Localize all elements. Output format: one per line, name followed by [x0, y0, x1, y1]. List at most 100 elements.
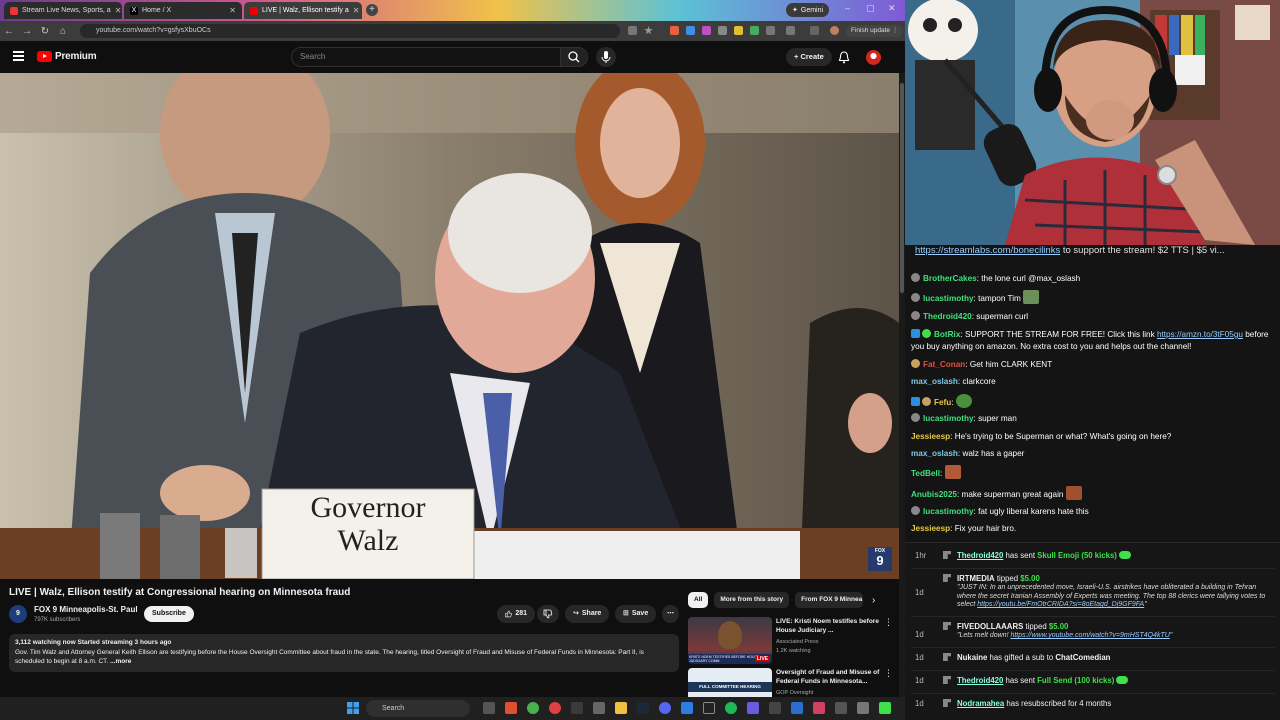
- event-user[interactable]: FIVEDOLLAAARS: [957, 622, 1023, 631]
- search-button[interactable]: [560, 47, 588, 67]
- chat-username[interactable]: TedBell: [911, 469, 940, 478]
- more-dots-icon[interactable]: ⋮: [884, 617, 893, 628]
- app-icon[interactable]: [857, 702, 869, 714]
- finish-update-button[interactable]: Finish update ⋮: [846, 25, 904, 37]
- windows-start-icon[interactable]: [347, 702, 359, 714]
- search-input[interactable]: Search: [291, 47, 561, 67]
- chat-username[interactable]: Jessieesp: [911, 432, 950, 441]
- task-view-icon[interactable]: [483, 702, 495, 714]
- close-tab-icon[interactable]: ✕: [229, 6, 236, 15]
- chip-all[interactable]: All: [688, 592, 709, 608]
- obs-icon[interactable]: [703, 702, 715, 714]
- menu-icon[interactable]: [13, 51, 24, 63]
- back-icon[interactable]: ←: [0, 26, 18, 37]
- event-user[interactable]: Nodramahea: [957, 699, 1004, 708]
- app-icon[interactable]: [747, 702, 759, 714]
- chat-username[interactable]: Anubis2025: [911, 490, 957, 499]
- save-button[interactable]: ⊞ Save: [615, 605, 657, 623]
- chat-username[interactable]: BotRix: [934, 330, 960, 339]
- app-icon[interactable]: [593, 702, 605, 714]
- subscribe-button[interactable]: Subscribe: [144, 606, 194, 622]
- event-user[interactable]: IRTMEDIA: [957, 574, 995, 583]
- tab-home-x[interactable]: X Home / X ✕: [124, 2, 242, 19]
- description-box[interactable]: 3,112 watching now Started streaming 3 h…: [9, 634, 679, 672]
- chevron-right-icon[interactable]: ›: [872, 595, 875, 606]
- download-icon[interactable]: [810, 26, 819, 35]
- reload-icon[interactable]: ↻: [36, 26, 54, 37]
- chip-from-fox9[interactable]: From FOX 9 Minnea: [795, 592, 864, 608]
- chat-username[interactable]: lucastimothy: [923, 294, 974, 303]
- chat-username[interactable]: lucastimothy: [923, 507, 974, 516]
- app-icon[interactable]: [549, 702, 561, 714]
- tab-youtube-live[interactable]: LIVE | Walz, Ellison testify a ✕: [244, 2, 362, 19]
- extensions-puzzle-icon[interactable]: [766, 26, 775, 35]
- more-dots-icon[interactable]: ⋮: [884, 668, 893, 679]
- extension-icon[interactable]: [734, 26, 743, 35]
- dislike-button[interactable]: [537, 605, 559, 623]
- more-actions-button[interactable]: ⋯: [662, 605, 679, 623]
- account-avatar[interactable]: [866, 50, 881, 65]
- app-icon[interactable]: [813, 702, 825, 714]
- discord-icon[interactable]: [659, 702, 671, 714]
- streamlabs-link[interactable]: https://streamlabs.com/bonecilinks: [915, 245, 1060, 256]
- tab-stream-live[interactable]: Stream Live News, Sports, a ✕: [4, 2, 122, 19]
- bookmark-star-icon[interactable]: [644, 26, 653, 35]
- extension-icon[interactable]: [750, 26, 759, 35]
- create-button[interactable]: + Create: [786, 48, 832, 66]
- scrollbar-thumb[interactable]: [900, 83, 904, 293]
- home-icon[interactable]: ⌂: [54, 26, 72, 37]
- app-icon[interactable]: [835, 702, 847, 714]
- file-explorer-icon[interactable]: [615, 702, 627, 714]
- chat-username[interactable]: max_oslash: [911, 449, 958, 458]
- chrome-icon[interactable]: [527, 702, 539, 714]
- extension-icon[interactable]: [702, 26, 711, 35]
- extension-icon[interactable]: [670, 26, 679, 35]
- chat-username[interactable]: Jessieesp: [911, 524, 950, 533]
- app-icon[interactable]: [571, 702, 583, 714]
- chip-more-from-story[interactable]: More from this story: [714, 592, 790, 608]
- chat-username[interactable]: max_oslash: [911, 377, 958, 386]
- minimize-icon[interactable]: –: [845, 3, 850, 13]
- app-icon[interactable]: [791, 702, 803, 714]
- steam-icon[interactable]: [637, 702, 649, 714]
- voice-search-button[interactable]: [596, 47, 616, 67]
- cast-icon[interactable]: [628, 26, 637, 35]
- event-user[interactable]: Thedroid420: [957, 676, 1003, 685]
- chat-username[interactable]: Fat_Conan: [923, 360, 965, 369]
- forward-icon[interactable]: →: [18, 26, 36, 37]
- url-field[interactable]: youtube.com/watch?v=gsfysXbuOCs: [80, 24, 620, 38]
- tip-link[interactable]: https://www.youtube.com/watch?v=9mHST4Q4…: [1010, 632, 1169, 639]
- share-button[interactable]: ↪ Share: [565, 605, 610, 623]
- event-user[interactable]: Nukaine: [957, 653, 987, 662]
- event-user[interactable]: Thedroid420: [957, 551, 1003, 560]
- channel-name[interactable]: FOX 9 Minneapolis-St. Paul: [34, 605, 138, 614]
- spotify-icon[interactable]: [725, 702, 737, 714]
- profile-avatar[interactable]: [830, 26, 839, 35]
- close-tab-icon[interactable]: ✕: [353, 6, 360, 15]
- new-tab-button[interactable]: +: [366, 4, 378, 16]
- chat-username[interactable]: BrotherCakes: [923, 274, 977, 283]
- chat-username[interactable]: lucastimothy: [923, 414, 974, 423]
- maximize-icon[interactable]: ▢: [866, 3, 875, 14]
- channel-avatar[interactable]: 9: [9, 605, 27, 623]
- chat-username[interactable]: Fefu: [934, 398, 951, 407]
- description-more-link[interactable]: ...more: [110, 658, 131, 665]
- youtube-logo[interactable]: Premium: [37, 51, 97, 62]
- event-target[interactable]: ChatComedian: [1055, 653, 1110, 662]
- notifications-button[interactable]: [838, 51, 850, 69]
- like-button[interactable]: 281: [497, 605, 535, 623]
- app-icon[interactable]: [681, 702, 693, 714]
- extension-icon[interactable]: [686, 26, 695, 35]
- close-window-icon[interactable]: ✕: [888, 3, 896, 14]
- video-player[interactable]: Governor Walz FOX 9: [0, 73, 899, 579]
- chat-username[interactable]: Thedroid420: [923, 312, 972, 321]
- close-tab-icon[interactable]: ✕: [115, 6, 122, 15]
- tip-link[interactable]: https://youtu.be/FmOtrCRIDA?si=8oEtagd_D…: [977, 601, 1144, 608]
- kick-icon[interactable]: [879, 702, 891, 714]
- app-icon[interactable]: [769, 702, 781, 714]
- amazon-link[interactable]: https://amzn.to/3tF05gu: [1157, 330, 1243, 339]
- app-icon[interactable]: [505, 702, 517, 714]
- gemini-button[interactable]: ✦ Gemini: [786, 3, 830, 17]
- taskbar-search[interactable]: Search: [366, 700, 470, 717]
- extension-icon[interactable]: [718, 26, 727, 35]
